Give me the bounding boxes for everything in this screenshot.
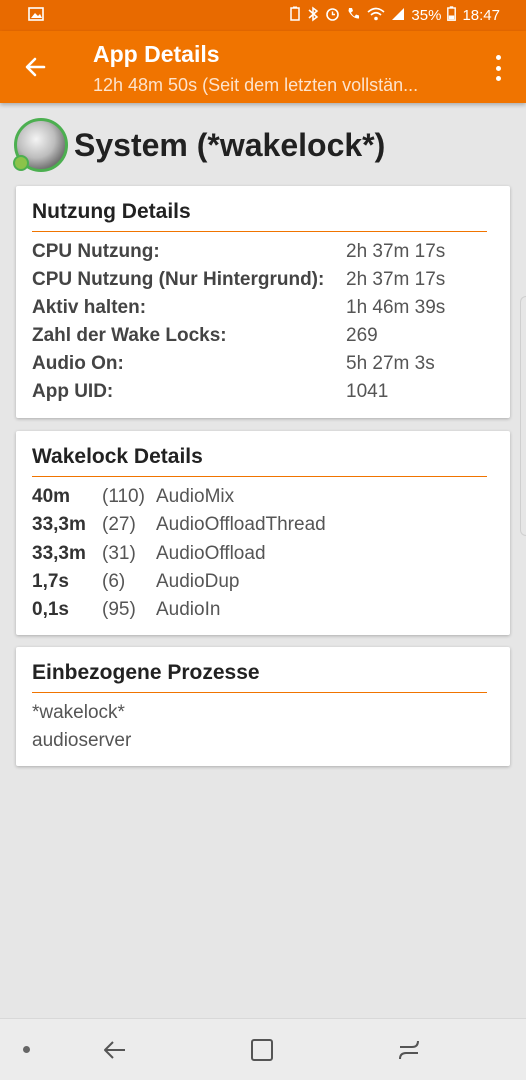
usage-value: 1041 xyxy=(346,381,389,402)
wakelock-time: 33,3m xyxy=(32,542,86,564)
wakelock-time: 33,3m xyxy=(32,514,86,536)
wakelock-count: (27) xyxy=(102,514,136,536)
nav-hide-dot-icon[interactable] xyxy=(23,1046,30,1053)
usage-value: 2h 37m 17s xyxy=(346,269,446,290)
wakelock-name: AudioOffload xyxy=(156,542,266,564)
battery-saver-icon xyxy=(289,6,301,25)
clock: 18:47 xyxy=(462,7,500,24)
usage-label: CPU Nutzung: xyxy=(32,241,160,262)
wakelock-name: AudioOffloadThread xyxy=(156,514,326,536)
usage-row: CPU Nutzung (Nur Hintergrund): 2h 37m 17s xyxy=(32,266,494,294)
usage-label: Zahl der Wake Locks: xyxy=(32,325,227,346)
usage-row: App UID: 1041 xyxy=(32,378,494,406)
wakelock-details-title: Wakelock Details xyxy=(32,445,203,468)
app-bar-title: App Details xyxy=(93,41,220,67)
status-bar: 35% 18:47 xyxy=(0,0,526,31)
divider xyxy=(32,231,487,232)
usage-row: Audio On: 5h 27m 3s xyxy=(32,350,494,378)
usage-details-title: Nutzung Details xyxy=(32,200,191,223)
usage-value: 1h 46m 39s xyxy=(346,297,446,318)
usage-label: Audio On: xyxy=(32,353,124,374)
process-item: audioserver xyxy=(32,730,132,751)
wakelock-row: 0,1s (95) AudioIn xyxy=(32,596,494,624)
process-item: *wakelock* xyxy=(32,702,125,723)
wakelock-time: 1,7s xyxy=(32,570,69,592)
divider xyxy=(32,692,487,693)
alarm-icon xyxy=(325,6,340,25)
nav-back-icon[interactable] xyxy=(102,1037,128,1068)
battery-percentage: 35% xyxy=(411,7,442,24)
processes-card: Einbezogene Prozesse *wakelock* audioser… xyxy=(16,647,510,766)
wakelock-row: 1,7s (6) AudioDup xyxy=(32,568,494,596)
nav-home-icon[interactable] xyxy=(249,1037,275,1068)
wakelock-name: AudioMix xyxy=(156,486,235,507)
navigation-bar xyxy=(0,1018,526,1080)
bluetooth-icon xyxy=(307,6,319,26)
usage-value: 269 xyxy=(346,325,378,346)
wakelock-count: (95) xyxy=(102,599,136,621)
wakelock-row: 33,3m (27) AudioOffloadThread xyxy=(32,511,494,539)
back-arrow-icon[interactable] xyxy=(22,53,50,81)
app-bar: App Details 12h 48m 50s (Seit dem letzte… xyxy=(0,31,526,103)
usage-row: Aktiv halten: 1h 46m 39s xyxy=(32,294,494,322)
usage-label: App UID: xyxy=(32,381,114,402)
overflow-menu-icon[interactable] xyxy=(488,55,508,81)
wakelock-row: 40m (110) AudioMix xyxy=(32,483,494,511)
wakelock-name: AudioIn xyxy=(156,599,221,621)
app-name: System (*wakelock*) xyxy=(74,126,386,163)
usage-value: 5h 27m 3s xyxy=(346,353,435,374)
scroll-edge-handle[interactable] xyxy=(520,296,526,536)
processes-title: Einbezogene Prozesse xyxy=(32,661,260,684)
usage-details-card: Nutzung Details CPU Nutzung: 2h 37m 17s C… xyxy=(16,186,510,418)
wakelock-count: (110) xyxy=(102,486,145,507)
usage-row: CPU Nutzung: 2h 37m 17s xyxy=(32,238,494,266)
wakelock-name: AudioDup xyxy=(156,570,240,592)
signal-icon xyxy=(391,7,405,25)
usage-label: Aktiv halten: xyxy=(32,297,147,318)
wakelock-count: (6) xyxy=(102,570,126,592)
wakelock-time: 0,1s xyxy=(32,599,69,621)
wakelock-row: 33,3m (31) AudioOffload xyxy=(32,540,494,568)
wakelock-time: 40m xyxy=(32,486,71,507)
wifi-icon xyxy=(367,7,385,25)
divider xyxy=(32,476,487,477)
gallery-notification-icon xyxy=(28,6,44,25)
usage-row: Zahl der Wake Locks: 269 xyxy=(32,322,494,350)
wakelock-details-card: Wakelock Details 40m (110) AudioMix 33,3m (… xyxy=(16,431,510,635)
nav-recents-icon[interactable] xyxy=(396,1037,422,1068)
usage-value: 2h 37m 17s xyxy=(346,241,446,262)
app-icon xyxy=(13,118,68,172)
wakelock-count: (31) xyxy=(102,542,136,564)
call-icon xyxy=(346,6,361,25)
usage-label: CPU Nutzung (Nur Hintergrund): xyxy=(32,269,325,290)
battery-icon xyxy=(447,6,457,25)
app-bar-subtitle: 12h 48m 50s (Seit dem letzten vollstän..… xyxy=(93,75,419,95)
app-header: System (*wakelock*) xyxy=(13,118,386,172)
